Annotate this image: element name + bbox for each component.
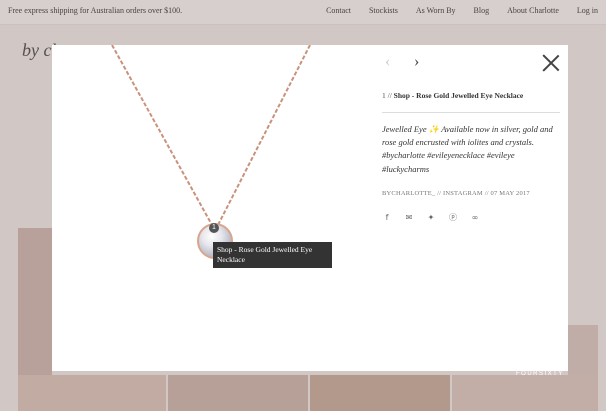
link-icon[interactable]: ∞ <box>470 213 480 223</box>
foursixty-brand: FOURSIXTY <box>516 371 564 377</box>
divider <box>382 112 560 113</box>
post-counter: 1 // <box>382 91 392 100</box>
lightbox-modal: 1 Shop - Rose Gold Jewelled Eye Necklace… <box>52 45 568 371</box>
product-tag-label[interactable]: Shop - Rose Gold Jewelled Eye Necklace <box>213 242 332 269</box>
post-title-text[interactable]: Shop - Rose Gold Jewelled Eye Necklace <box>394 91 524 100</box>
necklace-photo: 1 Shop - Rose Gold Jewelled Eye Necklace <box>52 45 372 371</box>
close-icon[interactable] <box>542 54 560 72</box>
post-details: 1 // Shop - Rose Gold Jewelled Eye Neckl… <box>382 91 560 223</box>
post-meta[interactable]: BYCHARLOTTE_ // INSTAGRAM // 07 MAY 2017 <box>382 190 560 197</box>
email-icon[interactable]: ✉ <box>404 213 414 223</box>
next-arrow-icon[interactable]: › <box>414 54 428 70</box>
necklace-chain <box>111 45 311 226</box>
share-icons: f ✉ ✦ ⓟ ∞ <box>382 213 560 223</box>
facebook-icon[interactable]: f <box>382 213 392 223</box>
twitter-icon[interactable]: ✦ <box>426 213 436 223</box>
product-tag-pin[interactable]: 1 <box>209 223 219 233</box>
post-caption: Jewelled Eye ✨ Available now in silver, … <box>382 124 553 174</box>
post-title[interactable]: 1 // Shop - Rose Gold Jewelled Eye Neckl… <box>382 91 560 100</box>
pinterest-icon[interactable]: ⓟ <box>448 213 458 223</box>
previous-arrow-icon[interactable]: ‹ <box>385 54 399 70</box>
